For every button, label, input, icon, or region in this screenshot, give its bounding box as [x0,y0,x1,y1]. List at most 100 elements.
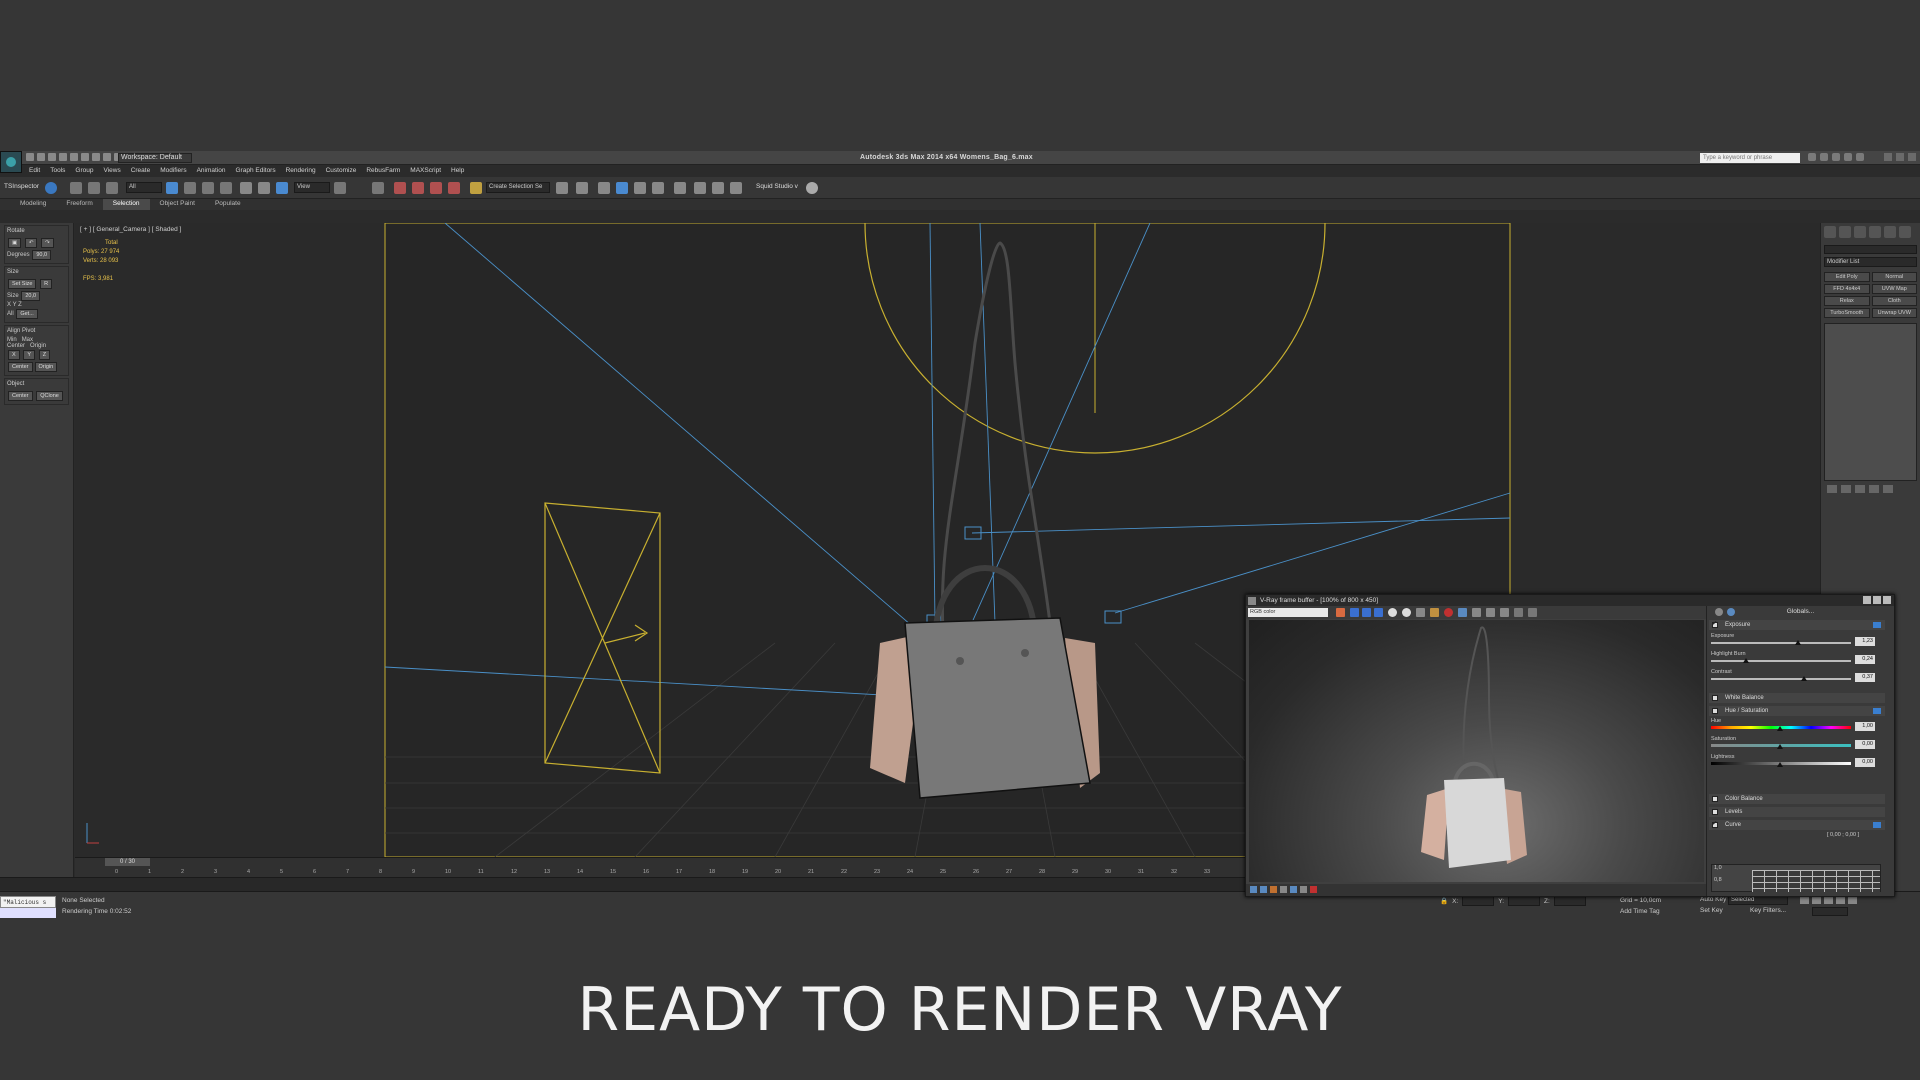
curve-editor-icon[interactable] [634,182,646,194]
x-coord-field[interactable] [1462,896,1495,906]
go-to-end-icon[interactable] [1848,896,1857,904]
subscription-icon[interactable] [1820,153,1828,161]
mirror-icon[interactable] [556,182,568,194]
window-crossing-icon[interactable] [220,182,232,194]
tab-freeform[interactable]: Freeform [56,199,102,210]
menu-rebusfarm[interactable]: RebusFarm [361,165,405,176]
select-object-icon[interactable] [166,182,178,194]
graphite-ribbon-icon[interactable] [616,182,628,194]
degrees-input[interactable]: 90,0 [32,250,52,260]
hierarchy-tab-icon[interactable] [1854,226,1866,238]
menu-group[interactable]: Group [70,165,98,176]
globals-button[interactable]: Globals... [1707,606,1894,617]
redo-icon[interactable] [70,153,78,161]
load-icon[interactable] [1430,608,1439,617]
maxscript-output[interactable] [0,908,56,918]
ts-button-icon[interactable] [45,182,57,194]
eye-icon[interactable] [1727,608,1735,616]
play-icon[interactable] [1824,896,1833,904]
time-slider[interactable]: 0 / 30 [105,858,150,866]
maximize-icon[interactable] [1896,153,1904,161]
curve-options-icon[interactable] [1873,822,1881,828]
color-balance-row[interactable]: Color Balance [1709,794,1885,804]
hold-icon[interactable] [81,153,89,161]
binoculars-icon[interactable] [1808,153,1816,161]
communication-icon[interactable] [1832,153,1840,161]
add-time-tag[interactable]: Add Time Tag [1620,908,1660,915]
configure-sets-icon[interactable] [1883,485,1893,493]
channel-dropdown[interactable]: RGB color [1248,608,1328,617]
qclone-button[interactable]: QClone [36,391,63,401]
white-balance-checkbox[interactable] [1712,695,1718,701]
squid-studio-label[interactable]: Squid Studio v [756,183,798,190]
key-filters-button[interactable]: Key Filters... [1750,907,1786,914]
display-tab-icon[interactable] [1884,226,1896,238]
modify-tab-icon[interactable] [1839,226,1851,238]
current-frame-field[interactable] [1812,907,1848,916]
link-vfb-icon[interactable] [1486,608,1495,617]
z-coord-field[interactable] [1553,896,1586,906]
rotate-box-icon[interactable]: ▣ [8,238,22,248]
select-manipulate-icon[interactable] [372,182,384,194]
saturation-value[interactable]: 0,00 [1855,740,1875,749]
rendered-frame-window-icon[interactable] [712,182,724,194]
levels-checkbox[interactable] [1712,809,1718,815]
curve-row[interactable]: Curve [1709,819,1885,830]
select-by-name-icon[interactable] [184,182,196,194]
hue-saturation-options-icon[interactable] [1873,708,1881,714]
spinner-snap-icon[interactable] [448,182,460,194]
save-icon[interactable] [1416,608,1425,617]
color-balance-checkbox[interactable] [1712,796,1718,802]
vfb-bottom-tool-3-icon[interactable] [1270,886,1277,893]
create-tab-icon[interactable] [1824,226,1836,238]
mod-cloth-button[interactable]: Cloth [1871,296,1917,306]
tab-object-paint[interactable]: Object Paint [150,199,205,210]
next-frame-icon[interactable] [1836,896,1845,904]
blue-channel-icon[interactable] [1374,608,1383,617]
layer-manager-icon[interactable] [598,182,610,194]
menu-tools[interactable]: Tools [45,165,70,176]
hue-saturation-checkbox[interactable] [1712,708,1718,714]
object-center-button[interactable]: Center [8,391,33,401]
vfb-bottom-tool-4-icon[interactable] [1280,886,1287,893]
modifier-list-dropdown[interactable]: Modifier List [1824,257,1917,267]
exposure-options-icon[interactable] [1873,622,1881,628]
hue-handle[interactable] [1777,726,1783,731]
make-unique-icon[interactable] [1855,485,1865,493]
menu-views[interactable]: Views [98,165,125,176]
menu-maxscript[interactable]: MAXScript [405,165,446,176]
squid-studio-icon[interactable] [806,182,818,194]
menu-help[interactable]: Help [446,165,469,176]
render-setup-icon[interactable] [694,182,706,194]
lightness-value[interactable]: 0,00 [1855,758,1875,767]
percent-snap-icon[interactable] [430,182,442,194]
mod-relax-button[interactable]: Relax [1824,296,1870,306]
pivot-center-icon[interactable] [334,182,346,194]
curve-checkbox[interactable] [1712,819,1718,829]
rectangle-selection-icon[interactable] [202,182,214,194]
tab-selection[interactable]: Selection [102,199,150,210]
menu-graph-editors[interactable]: Graph Editors [231,165,281,176]
align-icon[interactable] [576,182,588,194]
undo-icon[interactable] [59,153,67,161]
exposure-slider[interactable] [1711,642,1851,644]
maxscript-listener[interactable]: "Malicious s [0,896,56,908]
mod-unwrap-uvw-button[interactable]: Unwrap UVW [1871,308,1917,318]
hue-value[interactable]: 1,00 [1855,722,1875,731]
pivot-z-button[interactable]: Z [38,350,51,360]
menu-create[interactable]: Create [126,165,156,176]
highlight-burn-handle[interactable] [1743,658,1749,663]
snaps-toggle-icon[interactable] [394,182,406,194]
highlight-burn-value[interactable]: 0,24 [1855,655,1875,664]
unlink-icon[interactable] [88,182,100,194]
green-channel-icon[interactable] [1362,608,1371,617]
angle-snap-icon[interactable] [412,182,424,194]
menu-animation[interactable]: Animation [192,165,231,176]
mod-turbosmooth-button[interactable]: TurboSmooth [1824,308,1870,318]
pivot-x-button[interactable]: X [8,350,20,360]
track-mouse-icon[interactable] [1458,608,1467,617]
y-coord-field[interactable] [1508,896,1541,906]
menu-edit[interactable]: Edit [24,165,45,176]
open-icon[interactable] [37,153,45,161]
3dsmax-logo-icon[interactable] [0,151,22,173]
